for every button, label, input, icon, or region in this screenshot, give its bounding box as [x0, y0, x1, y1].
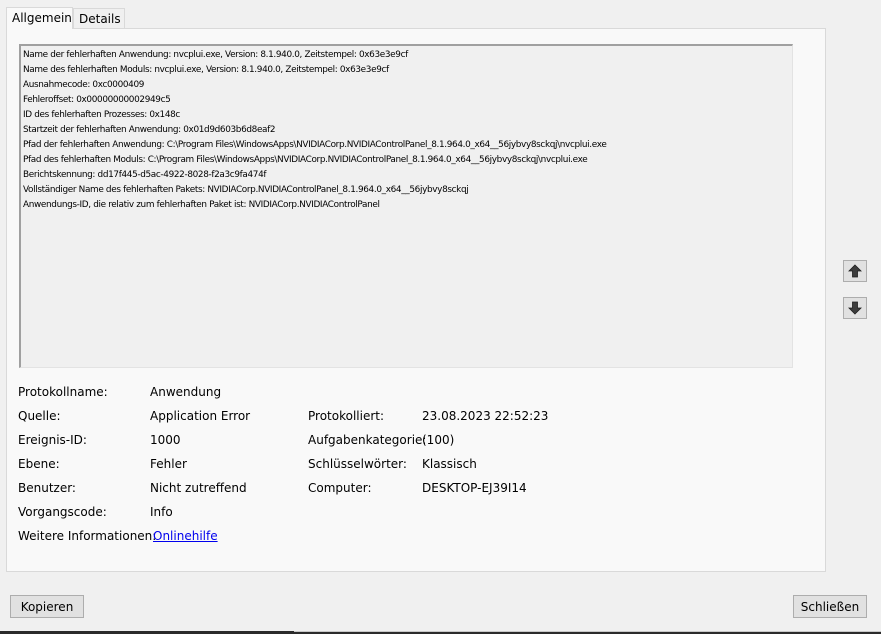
tab-details[interactable]: Details	[73, 8, 125, 28]
keywords-value: Klassisch	[422, 457, 477, 471]
level-label: Ebene:	[18, 457, 60, 471]
task-category-label: Aufgabenkategorie:	[308, 433, 427, 447]
description-line: Vollständiger Name des fehlerhaften Pake…	[23, 185, 469, 195]
source-value: Application Error	[150, 409, 251, 423]
close-button[interactable]: Schließen	[793, 595, 867, 618]
description-line: Name des fehlerhaften Moduls: nvcplui.ex…	[23, 65, 389, 75]
more-info-label: Weitere Informationen:	[18, 529, 157, 543]
computer-value: DESKTOP-EJ39I14	[422, 481, 527, 495]
log-name-label: Protokollname:	[18, 385, 108, 399]
opcode-label: Vorgangscode:	[18, 505, 107, 519]
event-id-value: 1000	[150, 433, 181, 447]
level-value: Fehler	[150, 457, 187, 471]
logged-value: 23.08.2023 22:52:23	[422, 409, 549, 423]
description-line: Anwendungs-ID, die relativ zum fehlerhaf…	[23, 200, 380, 210]
logged-label: Protokolliert:	[308, 409, 385, 423]
description-line: ID des fehlerhaften Prozesses: 0x148c	[23, 110, 180, 120]
copy-button[interactable]: Kopieren	[10, 595, 84, 618]
keywords-label: Schlüsselwörter:	[308, 457, 407, 471]
description-line: Fehleroffset: 0x00000000002949c5	[23, 95, 171, 105]
description-line: Name der fehlerhaften Anwendung: nvcplui…	[23, 50, 408, 60]
next-event-button[interactable]	[843, 297, 867, 319]
description-line: Pfad des fehlerhaften Moduls: C:\Program…	[23, 155, 588, 165]
user-label: Benutzer:	[18, 481, 76, 495]
description-line: Ausnahmecode: 0xc0000409	[23, 80, 145, 90]
arrow-up-icon	[848, 264, 862, 278]
arrow-down-icon	[848, 301, 862, 315]
computer-label: Computer:	[308, 481, 372, 495]
user-value: Nicht zutreffend	[150, 481, 247, 495]
previous-event-button[interactable]	[843, 260, 867, 282]
event-description-box[interactable]: Name der fehlerhaften Anwendung: nvcplui…	[19, 44, 793, 368]
tab-general[interactable]: Allgemein	[6, 7, 73, 29]
source-label: Quelle:	[18, 409, 61, 423]
description-line: Berichtskennung: dd17f445-d5ac-4922-8028…	[23, 170, 267, 180]
log-name-value: Anwendung	[150, 385, 222, 399]
description-line: Startzeit der fehlerhaften Anwendung: 0x…	[23, 125, 276, 135]
online-help-link[interactable]: Onlinehilfe	[153, 528, 218, 544]
task-category-value: (100)	[422, 433, 455, 447]
description-line: Pfad der fehlerhaften Anwendung: C:\Prog…	[23, 140, 607, 150]
opcode-value: Info	[150, 505, 173, 519]
event-id-label: Ereignis-ID:	[18, 433, 87, 447]
